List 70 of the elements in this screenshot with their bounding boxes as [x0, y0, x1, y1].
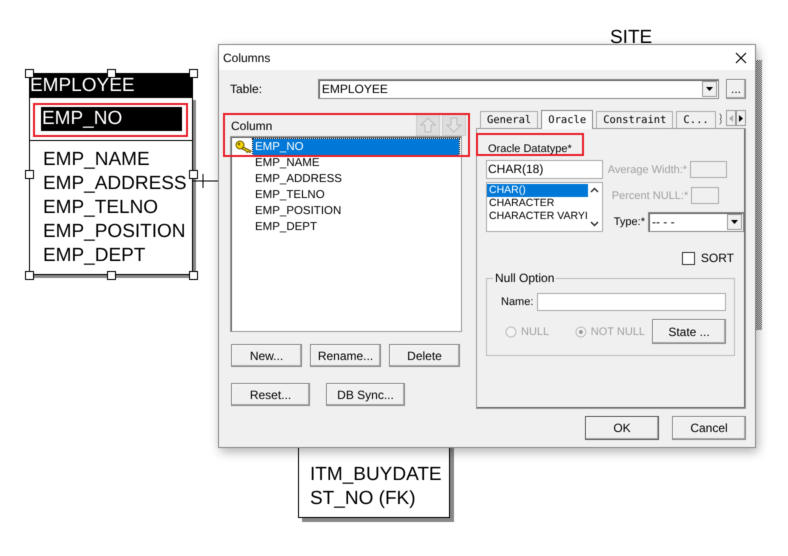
field-label: Name:	[501, 296, 534, 308]
entity-column[interactable]: EMP_DEPT	[42, 244, 192, 268]
dropdown-icon	[706, 87, 714, 91]
list-item[interactable]: EMP_ADDRESS	[253, 171, 344, 187]
window-title: Columns	[223, 50, 270, 64]
scroll-down-icon[interactable]	[590, 221, 600, 227]
action-button[interactable]: New...	[231, 344, 302, 367]
entity-title: EMPLOYEE	[29, 73, 193, 97]
left-arrow-icon	[728, 114, 733, 122]
tab[interactable]: General	[480, 111, 538, 128]
tab-edge-icon	[718, 111, 723, 127]
field-label: Percent NULL:*	[610, 190, 688, 202]
list-item[interactable]: EMP_NO	[253, 139, 459, 155]
section-label: Oracle Datatype*	[487, 142, 572, 156]
field-label: Table:	[230, 82, 264, 96]
action-button[interactable]: Rename...	[310, 344, 381, 367]
entity-column[interactable]: EMP_NAME	[42, 148, 192, 172]
tab[interactable]: Oracle	[541, 110, 594, 129]
entity-title: SITE	[610, 27, 652, 49]
checkbox[interactable]	[682, 252, 695, 264]
state-button[interactable]: State ...	[652, 319, 726, 344]
entity-column[interactable]: EMP_ADDRESS	[42, 172, 192, 196]
relationship-line	[193, 173, 219, 189]
checkbox-label: SORT	[700, 251, 734, 265]
close-icon[interactable]	[735, 52, 747, 64]
column-list[interactable]: EMP_NO EMP_NAME EMP_ADDRESS EMP_TELNO EMP_POSITION EMP_DEPT	[230, 136, 462, 332]
list-item[interactable]: EMP_NAME	[253, 155, 322, 171]
width-field[interactable]	[690, 161, 728, 178]
action-button[interactable]: Reset...	[231, 383, 310, 406]
dialog-button[interactable]: OK	[585, 416, 659, 440]
resize-handle[interactable]	[107, 69, 116, 78]
resize-handle[interactable]	[25, 69, 34, 78]
right-arrow-icon	[738, 114, 743, 122]
resize-handle[interactable]	[189, 69, 198, 78]
list-item[interactable]: EMP_TELNO	[253, 187, 327, 203]
scroll-right-button[interactable]	[736, 110, 746, 126]
resize-handle[interactable]	[25, 271, 34, 280]
datatype-list[interactable]: CHAR() CHARACTER CHARACTER VARYI	[486, 182, 603, 232]
field-label: Average Width:*	[608, 164, 688, 176]
field-label: Type:*	[614, 216, 645, 228]
resize-handle[interactable]	[107, 271, 116, 280]
list-item[interactable]: EMP_POSITION	[253, 203, 344, 219]
entity-column[interactable]: ITM_BUYDATE	[310, 463, 449, 487]
tab[interactable]: C...	[676, 111, 716, 128]
table-dropdown[interactable]: EMPLOYEE	[318, 79, 720, 99]
type-dropdown[interactable]: -- - -	[648, 212, 744, 232]
entity-box[interactable]: EMP_NO EMP_NAME EMP_ADDRESS EMP_TELNO EMP_POSITION EMP_DEPT	[29, 97, 193, 275]
action-button[interactable]: DB Sync...	[326, 383, 405, 406]
scroll-up-icon[interactable]	[590, 187, 600, 193]
name-field[interactable]	[537, 293, 726, 311]
percent-field[interactable]	[691, 187, 720, 204]
list-item[interactable]: CHARACTER VARYI	[487, 210, 588, 223]
resize-handle[interactable]	[189, 271, 198, 280]
entity-column[interactable]: EMP_TELNO	[42, 196, 192, 220]
browse-button[interactable]: ...	[726, 79, 746, 99]
resize-handle[interactable]	[189, 170, 198, 179]
list-item[interactable]: CHAR()	[487, 184, 588, 197]
group-title: Null Option	[493, 271, 556, 285]
dropdown-icon	[730, 220, 738, 224]
action-button[interactable]: Delete	[389, 344, 460, 367]
tab[interactable]: Constraint	[596, 111, 674, 128]
list-item[interactable]: EMP_DEPT	[253, 219, 319, 235]
entity-column[interactable]: ST_NO (FK)	[310, 487, 449, 511]
entity-column[interactable]: EMP_NO	[41, 107, 182, 131]
datatype-field[interactable]: CHAR(18)	[486, 160, 603, 179]
list-item[interactable]: CHARACTER	[487, 197, 588, 210]
entity-column[interactable]: EMP_POSITION	[42, 220, 192, 244]
resize-handle[interactable]	[25, 170, 34, 179]
dialog-button[interactable]: Cancel	[672, 416, 746, 440]
list-label: Column	[230, 118, 272, 135]
